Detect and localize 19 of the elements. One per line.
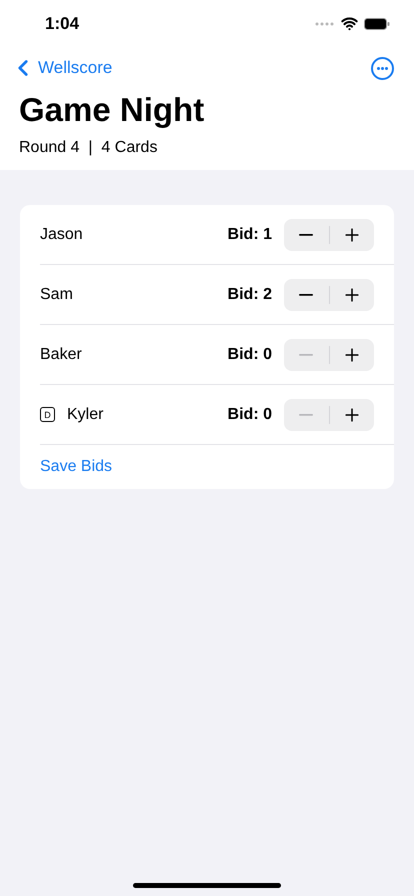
player-name: Sam	[40, 286, 74, 304]
save-bids-button[interactable]: Save Bids	[40, 445, 112, 489]
battery-icon	[364, 18, 390, 30]
player-name: Jason	[40, 226, 84, 244]
bid-value: Bid: 1	[228, 226, 272, 244]
round-info: Round 4 | 4 Cards	[19, 139, 158, 157]
signal-icon	[315, 22, 335, 26]
wifi-icon	[341, 15, 358, 32]
bid-value: Bid: 0	[228, 406, 272, 424]
player-name: Baker	[40, 346, 83, 364]
status-time: 1:04	[45, 14, 80, 34]
back-link[interactable]: Wellscore	[10, 55, 112, 81]
page-title: Game Night	[19, 91, 206, 129]
dealer-badge: D	[40, 407, 55, 422]
more-button[interactable]	[371, 56, 394, 80]
bid-value: Bid: 2	[228, 286, 272, 304]
player-name: Kyler	[67, 406, 104, 424]
more-icon	[377, 66, 388, 70]
bid-value: Bid: 0	[228, 346, 272, 364]
